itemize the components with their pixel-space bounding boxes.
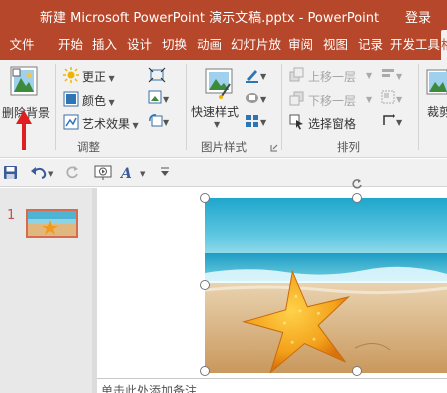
crop-icon[interactable] (425, 68, 447, 101)
text-style-icon[interactable]: A ▼ (119, 165, 150, 183)
picture-border-icon[interactable]: ▼ (245, 67, 267, 86)
picture-styles-group-label: 图片样式 (201, 140, 247, 154)
color-label: 颜色 (82, 94, 107, 108)
tab-slideshow[interactable]: 幻灯片放 (229, 30, 283, 60)
ribbon: 删除背景 更正 ▼ 颜色 ▼ 艺术效果 ▼ ▼ ▼ 调整 快速样式 ▼ ▼ ▼ … (0, 60, 447, 158)
remove-background-icon[interactable] (10, 66, 38, 96)
tab-file[interactable]: 文件 (4, 30, 40, 60)
resize-handle-bottom-left[interactable] (200, 366, 210, 376)
selection-pane-icon (289, 114, 305, 133)
svg-text:▼: ▼ (260, 95, 267, 104)
send-backward-button[interactable]: 下移一层 (308, 92, 356, 109)
svg-text:▼: ▼ (140, 170, 146, 178)
tab-developer[interactable]: 开发工具 (389, 30, 441, 60)
slide-number: 1 (7, 208, 16, 223)
notes-pane[interactable]: 单击此处添加备注 (97, 378, 447, 393)
svg-text:▼: ▼ (396, 118, 403, 127)
redo-icon[interactable] (65, 165, 80, 183)
window-title: 新建 Microsoft PowerPoint 演示文稿.pptx - Powe… (40, 11, 380, 26)
picture-layout-icon[interactable]: ▼ (245, 113, 267, 132)
svg-text:▼: ▼ (48, 170, 54, 178)
tab-record[interactable]: 记录 (355, 30, 386, 60)
chevron-down-icon[interactable]: ▼ (214, 120, 220, 129)
save-icon[interactable] (3, 165, 18, 183)
chevron-down-icon: ▼ (106, 74, 115, 83)
resize-handle-top-left[interactable] (200, 193, 210, 203)
tab-design[interactable]: 设计 (124, 30, 155, 60)
adjust-group-label: 调整 (77, 140, 100, 154)
svg-text:A: A (120, 166, 132, 180)
title-bar: 新建 Microsoft PowerPoint 演示文稿.pptx - Powe… (0, 0, 447, 30)
color-icon (63, 91, 79, 110)
ribbon-separator (55, 64, 56, 150)
beach-starfish-picture[interactable] (205, 198, 447, 373)
chevron-down-icon[interactable]: ▼ (366, 71, 372, 80)
reset-picture-icon[interactable]: ▼ (148, 113, 170, 132)
tab-insert[interactable]: 插入 (89, 30, 120, 60)
arrange-group-label: 排列 (337, 140, 360, 154)
tab-review[interactable]: 审阅 (285, 30, 316, 60)
ribbon-separator (186, 64, 187, 150)
svg-text:▼: ▼ (163, 95, 170, 104)
corrections-button[interactable]: 更正 ▼ (82, 68, 115, 85)
svg-text:▼: ▼ (163, 118, 170, 127)
corrections-icon (63, 67, 79, 86)
login-button[interactable]: 登录 (405, 7, 431, 26)
send-backward-icon (289, 91, 305, 110)
tab-home[interactable]: 开始 (55, 30, 86, 60)
resize-handle-bottom-center[interactable] (352, 366, 362, 376)
svg-text:▼: ▼ (260, 72, 267, 81)
presenter-view-icon[interactable] (94, 164, 114, 184)
ribbon-tabs: 文件 开始 插入 设计 切换 动画 幻灯片放 审阅 视图 记录 开发工具 格 (0, 30, 447, 60)
svg-text:▼: ▼ (396, 95, 403, 104)
tab-animations[interactable]: 动画 (194, 30, 225, 60)
tab-view[interactable]: 视图 (320, 30, 351, 60)
group-icon[interactable]: ▼ (381, 90, 403, 109)
compress-pictures-icon[interactable] (148, 67, 166, 86)
artistic-effects-button[interactable]: 艺术效果 ▼ (82, 115, 139, 132)
ribbon-separator (418, 64, 419, 150)
bring-forward-button[interactable]: 上移一层 (308, 68, 356, 85)
svg-text:▼: ▼ (260, 118, 267, 127)
customize-toolbar-icon[interactable] (160, 166, 170, 181)
artistic-effects-label: 艺术效果 (82, 117, 131, 131)
selection-pane-button[interactable]: 选择窗格 (308, 115, 356, 132)
slide-thumbnail[interactable] (26, 209, 78, 238)
svg-text:▼: ▼ (396, 72, 403, 81)
resize-handle-middle-left[interactable] (200, 280, 210, 290)
crop-label[interactable]: 裁剪 (427, 103, 447, 120)
slide-thumbnail-pane: 1 (0, 188, 92, 393)
corrections-label: 更正 (82, 70, 107, 84)
chevron-down-icon: ▼ (106, 98, 115, 107)
resize-handle-top-center[interactable] (352, 193, 362, 203)
picture-effects-icon[interactable]: ▼ (245, 90, 267, 109)
chevron-down-icon: ▼ (130, 121, 139, 130)
bring-forward-icon (289, 67, 305, 86)
align-icon[interactable]: ▼ (381, 67, 403, 86)
rotate-icon[interactable]: ▼ (381, 113, 403, 132)
tab-transitions[interactable]: 切换 (159, 30, 190, 60)
undo-icon[interactable]: ▼ (30, 165, 56, 183)
quick-styles-icon[interactable] (200, 66, 238, 102)
color-button[interactable]: 颜色 ▼ (82, 92, 115, 109)
quick-styles-label[interactable]: 快速样式 (191, 103, 239, 120)
red-arrow-annotation-icon (16, 110, 32, 150)
ribbon-separator (281, 64, 282, 150)
artistic-effects-icon (63, 114, 79, 133)
dialog-launcher-icon[interactable] (270, 141, 278, 155)
notes-placeholder: 单击此处添加备注 (101, 384, 198, 393)
change-picture-icon[interactable]: ▼ (148, 90, 170, 109)
rotate-handle-icon[interactable] (351, 178, 363, 193)
tab-format[interactable]: 格 (441, 30, 447, 60)
quick-access-toolbar: ▼ A ▼ (0, 159, 447, 187)
chevron-down-icon[interactable]: ▼ (366, 95, 372, 104)
